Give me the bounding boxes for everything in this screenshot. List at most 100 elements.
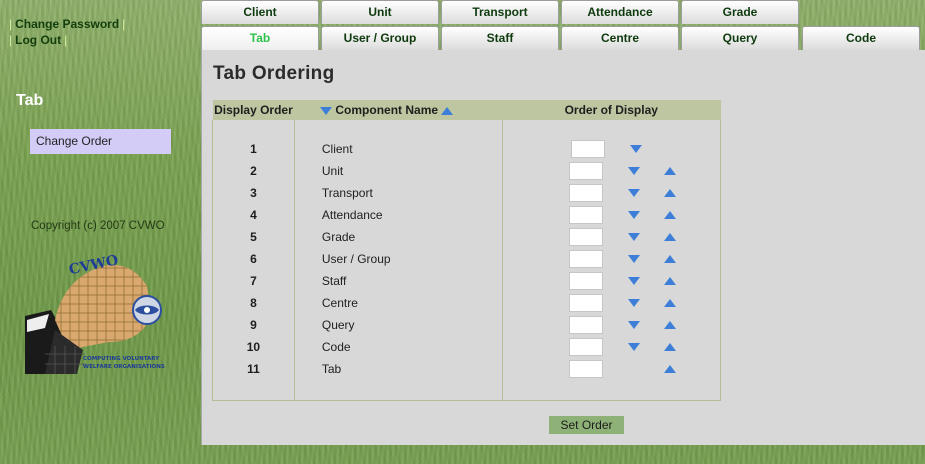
move-up-icon[interactable]: [663, 299, 676, 307]
move-up-icon[interactable]: [663, 343, 676, 351]
row-order: 7: [250, 274, 257, 288]
tab-client[interactable]: Client: [201, 0, 319, 24]
header-display-order: Display Order: [212, 100, 295, 120]
row-order: 11: [247, 362, 260, 376]
move-down-icon[interactable]: [627, 343, 640, 351]
tab-transport[interactable]: Transport: [441, 0, 559, 24]
row-order: 10: [246, 340, 261, 354]
sort-ascending-icon[interactable]: [441, 106, 454, 115]
order-control-row: [503, 314, 720, 336]
tab-grade[interactable]: Grade: [681, 0, 799, 24]
move-down-icon[interactable]: [627, 189, 640, 197]
sidebar-item-change-order[interactable]: Change Order: [30, 129, 171, 154]
tab-user-group[interactable]: User / Group: [321, 26, 439, 50]
order-control-row: [503, 204, 720, 226]
sort-descending-icon[interactable]: [320, 106, 333, 115]
row-order: 8: [250, 296, 257, 310]
separator: |: [9, 17, 13, 31]
order-input[interactable]: [568, 184, 603, 202]
row-name: Attendance: [321, 208, 383, 222]
order-input[interactable]: [568, 250, 603, 268]
order-input[interactable]: [568, 206, 603, 224]
order-control-row: [503, 248, 720, 270]
order-input[interactable]: [568, 316, 603, 334]
row-name: Grade: [321, 230, 356, 244]
change-password-link[interactable]: Change Password: [15, 17, 119, 31]
move-up-icon[interactable]: [663, 211, 676, 219]
order-control-row: [503, 292, 720, 314]
order-control-row: [503, 336, 720, 358]
sidebar-title: Tab: [16, 92, 44, 109]
copyright-text: Copyright (c) 2007 CVWO: [31, 220, 165, 232]
move-down-icon[interactable]: [627, 299, 640, 307]
top-links: | Change Password | | Log Out |: [6, 16, 128, 48]
separator: |: [9, 33, 13, 47]
separator: |: [64, 33, 68, 47]
display-order-column: 1 2 3 4 5 6 7 8 9 10 11: [212, 120, 295, 401]
row-order: 4: [250, 208, 257, 222]
order-input[interactable]: [568, 294, 603, 312]
tab-staff[interactable]: Staff: [441, 26, 559, 50]
row-name: Transport: [321, 186, 373, 200]
row-name: Staff: [321, 274, 347, 288]
order-input[interactable]: [568, 360, 603, 378]
log-out-link[interactable]: Log Out: [15, 33, 61, 47]
tab-query[interactable]: Query: [681, 26, 799, 50]
order-control-row: [503, 182, 720, 204]
row-name: Client: [321, 142, 353, 156]
move-down-icon[interactable]: [627, 211, 640, 219]
tab-centre[interactable]: Centre: [561, 26, 679, 50]
separator: |: [122, 17, 126, 31]
row-name: Tab: [321, 362, 342, 376]
tab-unit[interactable]: Unit: [321, 0, 439, 24]
row-name: Code: [321, 340, 351, 354]
row-order: 9: [250, 318, 257, 332]
move-up-icon[interactable]: [663, 365, 676, 373]
move-up-icon[interactable]: [663, 321, 676, 329]
logo-line2: WELFARE ORGANISATIONS: [83, 364, 165, 370]
row-order: 1: [250, 142, 257, 156]
bottom-grass-strip: [201, 445, 925, 464]
set-order-button[interactable]: Set Order: [549, 416, 624, 434]
row-order: 6: [250, 252, 257, 266]
row-order: 3: [250, 186, 257, 200]
row-name: Unit: [321, 164, 344, 178]
header-component-name-label: Component Name: [335, 103, 439, 117]
tab-order-table: Display Order Component Name Order of Di…: [212, 100, 722, 401]
order-input[interactable]: [568, 272, 603, 290]
order-control-row: [503, 270, 720, 292]
order-input[interactable]: [568, 228, 603, 246]
move-down-icon[interactable]: [629, 145, 642, 153]
header-order-of-display: Order of Display: [502, 100, 721, 120]
row-order: 5: [250, 230, 257, 244]
move-down-icon[interactable]: [627, 167, 640, 175]
order-control-row: [503, 160, 720, 182]
tab-code[interactable]: Code: [802, 26, 920, 50]
tab-tab[interactable]: Tab: [201, 26, 319, 50]
order-controls-column: [501, 120, 722, 401]
move-up-icon[interactable]: [663, 189, 676, 197]
logo-line1: COMPUTING VOLUNTARY: [83, 356, 160, 362]
move-up-icon[interactable]: [663, 233, 676, 241]
cvwo-logo: CVWO COMPUTING VOLUNTARY WELFARE ORGANIS…: [25, 252, 165, 374]
main-content: Tab Ordering Display Order Component Nam…: [201, 50, 925, 445]
move-down-icon[interactable]: [627, 277, 640, 285]
page-title: Tab Ordering: [213, 63, 335, 84]
row-order: 2: [250, 164, 257, 178]
order-control-row: [503, 226, 720, 248]
row-name: User / Group: [321, 252, 391, 266]
move-down-icon[interactable]: [627, 321, 640, 329]
component-name-column: Client Unit Transport Attendance Grade U…: [293, 120, 503, 401]
move-up-icon[interactable]: [663, 167, 676, 175]
order-input[interactable]: [570, 140, 605, 158]
header-component-name: Component Name: [294, 100, 503, 120]
move-down-icon[interactable]: [627, 255, 640, 263]
order-input[interactable]: [568, 162, 603, 180]
row-name: Query: [321, 318, 355, 332]
order-input[interactable]: [568, 338, 603, 356]
move-up-icon[interactable]: [663, 277, 676, 285]
move-down-icon[interactable]: [627, 233, 640, 241]
order-control-row: [503, 358, 720, 380]
move-up-icon[interactable]: [663, 255, 676, 263]
tab-attendance[interactable]: Attendance: [561, 0, 679, 24]
